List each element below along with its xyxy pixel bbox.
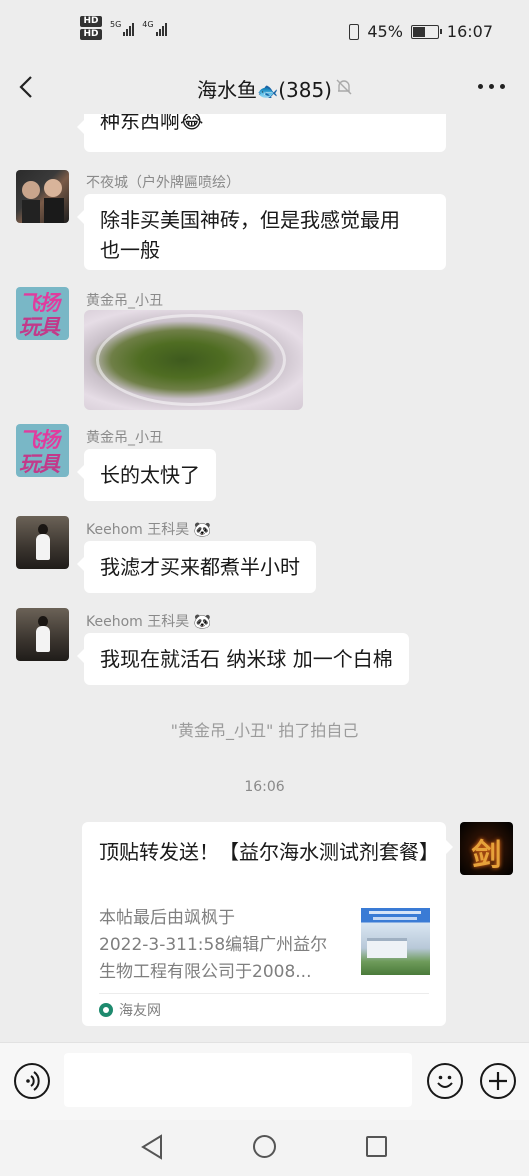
mute-bell-icon <box>336 79 352 95</box>
system-recents-icon[interactable] <box>366 1136 387 1157</box>
member-count: (385) <box>278 78 332 102</box>
message-text: 种东西啊😂 <box>100 114 204 133</box>
hd-badge-2: HD <box>80 29 102 40</box>
fish-emoji: 🐟 <box>257 82 279 102</box>
message-text: 我滤才买来都煮半小时 <box>100 555 300 579</box>
card-thumbnail <box>361 908 430 975</box>
message-bubble[interactable]: 种东西啊😂 <box>77 114 446 152</box>
message-bubble[interactable]: 长的太快了 <box>77 449 216 501</box>
system-home-icon[interactable] <box>253 1135 276 1158</box>
avatar[interactable]: 飞扬 玩具 <box>16 424 69 477</box>
clock: 16:07 <box>446 22 493 41</box>
hd-badge-1: HD <box>80 16 102 27</box>
group-name: 海水鱼 <box>197 78 258 102</box>
sender-name: Keehom 王科昊 🐼 <box>86 522 212 538</box>
chat-header: 海水鱼🐟(385) <box>0 62 529 114</box>
image-message[interactable] <box>84 310 303 410</box>
message-input[interactable] <box>64 1053 412 1107</box>
input-bar <box>0 1042 529 1120</box>
emoji-button[interactable] <box>427 1063 463 1099</box>
message-text: 除非买美国神砖，但是我感觉最用 <box>100 208 400 232</box>
more-functions-button[interactable] <box>480 1063 516 1099</box>
divider <box>99 993 429 994</box>
signal-5g-icon: 5G <box>110 20 135 36</box>
more-options-icon[interactable] <box>478 84 505 89</box>
message-bubble[interactable]: 除非买美国神砖，但是我感觉最用 也一般 <box>77 194 446 270</box>
card-source: 海友网 <box>99 1000 161 1020</box>
message-text: 我现在就活石 纳米球 加一个白棉 <box>100 647 393 671</box>
pat-notice: "黄金吊_小丑" 拍了拍自己 <box>170 721 359 740</box>
my-avatar[interactable]: 剑 <box>460 822 513 875</box>
message-text: 长的太快了 <box>100 463 200 487</box>
link-card[interactable]: 顶贴转发送！【益尔海水测试剂套餐】 本帖最后由飒枫于 2022-3-311:58… <box>82 822 453 1026</box>
sender-name: Keehom 王科昊 🐼 <box>86 614 212 630</box>
message-bubble[interactable]: 我现在就活石 纳米球 加一个白棉 <box>77 633 409 685</box>
sender-name: 黄金吊_小丑 <box>86 430 163 446</box>
hd-indicator: HD HD <box>80 16 102 40</box>
chat-title: 海水鱼🐟(385) <box>0 74 529 103</box>
signal-4g-icon: 4G <box>142 20 167 36</box>
battery-icon <box>410 24 442 39</box>
sender-name: 不夜城（户外牌匾喷绘） <box>86 175 240 191</box>
avatar[interactable] <box>16 170 69 223</box>
emoji-icon <box>437 1075 453 1088</box>
timestamp: 16:06 <box>244 779 285 795</box>
vibrate-icon <box>349 23 360 40</box>
voice-icon <box>26 1071 40 1091</box>
message-bubble[interactable]: 我滤才买来都煮半小时 <box>77 541 316 593</box>
source-name: 海友网 <box>119 1003 161 1019</box>
message-text: 也一般 <box>100 238 160 262</box>
battery-percent: 45% <box>367 22 403 41</box>
status-bar: HD HD 5G 4G 45% 16:07 <box>0 0 529 62</box>
voice-input-button[interactable] <box>14 1063 50 1099</box>
plus-icon <box>489 1072 507 1090</box>
system-navigation <box>0 1120 529 1176</box>
system-back-icon[interactable] <box>140 1134 164 1160</box>
card-title: 顶贴转发送！【益尔海水测试剂套餐】 <box>99 840 439 864</box>
sender-name: 黄金吊_小丑 <box>86 293 163 309</box>
avatar[interactable] <box>16 608 69 661</box>
card-description: 本帖最后由飒枫于 2022-3-311:58编辑广州益尔 生物工程有限公司于20… <box>99 908 328 982</box>
source-logo-icon <box>99 1003 113 1017</box>
avatar[interactable]: 飞扬 玩具 <box>16 287 69 340</box>
avatar[interactable] <box>16 516 69 569</box>
message-list[interactable]: 种东西啊😂 不夜城（户外牌匾喷绘） 除非买美国神砖，但是我感觉最用 也一般 飞扬… <box>0 114 529 1042</box>
